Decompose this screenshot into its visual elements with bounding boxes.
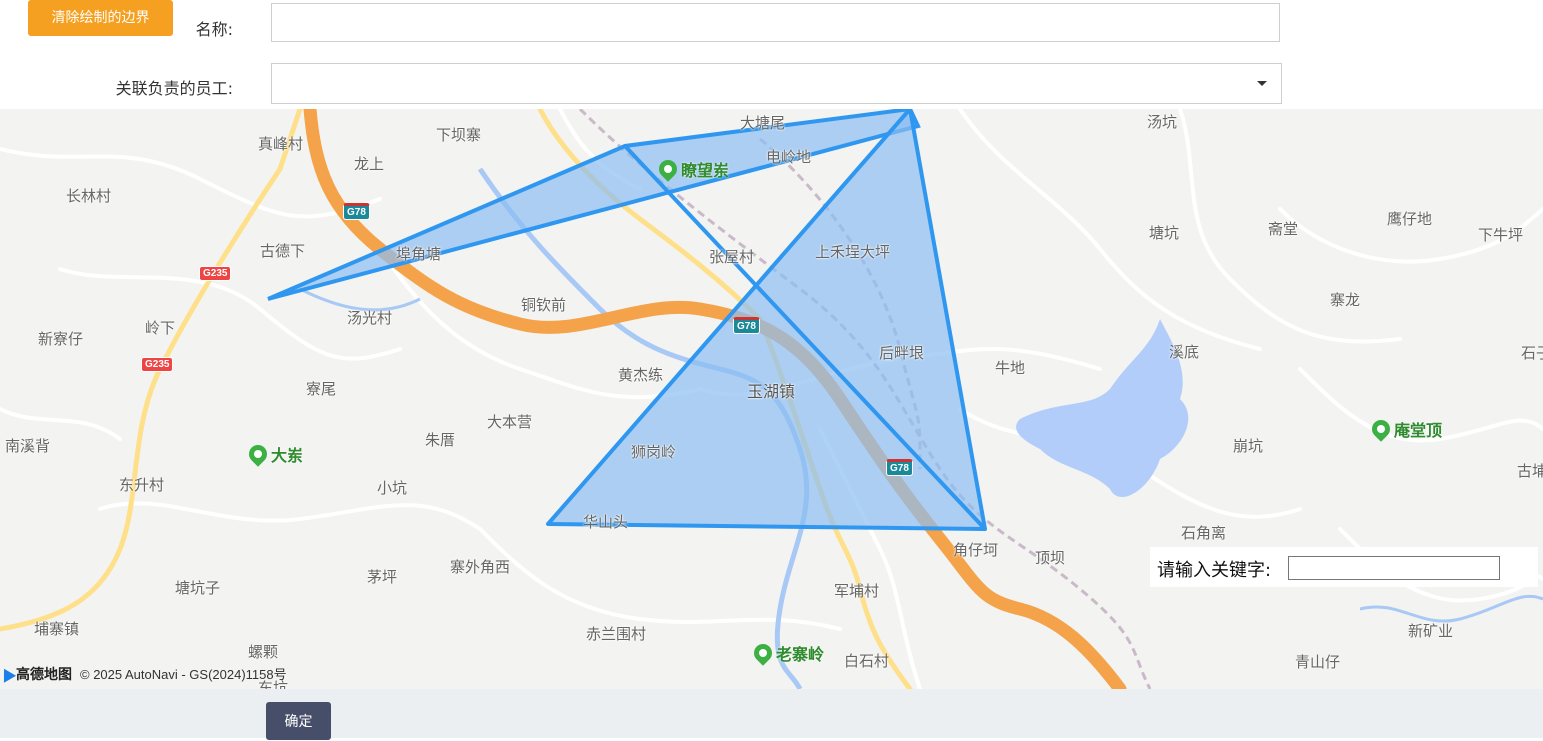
map-pin-icon	[245, 441, 271, 467]
place-label: 螺颗	[248, 643, 279, 661]
poi-marker[interactable]: 庵堂顶	[1368, 416, 1443, 442]
map-pin-icon	[750, 640, 776, 666]
place-label: 长林村	[66, 187, 112, 205]
place-label: 顶坝	[1035, 549, 1066, 567]
name-input[interactable]	[271, 3, 1280, 42]
highway-badge: G78	[343, 203, 370, 220]
place-label: 狮岗岭	[631, 443, 677, 461]
map-pin-icon	[655, 156, 681, 182]
place-label: 大本营	[487, 413, 533, 431]
place-label: 张屋村	[709, 248, 755, 266]
place-label: 寮尾	[306, 380, 337, 398]
place-label: 龙上	[354, 155, 385, 173]
highway-badge: G78	[886, 459, 913, 476]
place-label: 军埔村	[834, 582, 880, 600]
place-label: 牛地	[995, 359, 1026, 377]
staff-label: 关联负责的员工:	[115, 79, 233, 98]
top-form: 清除绘制的边界 名称: 关联负责的员工:	[0, 0, 1543, 109]
name-label: 名称:	[195, 20, 233, 39]
place-label: 铜钦前	[521, 296, 567, 314]
place-label: 新寮仔	[38, 330, 84, 348]
place-label: 寨龙	[1330, 291, 1361, 309]
place-label: 新矿业	[1408, 622, 1454, 640]
place-label: 溪底	[1169, 343, 1200, 361]
keyword-search-box: 请输入关键字:	[1150, 547, 1538, 587]
place-label: 崩坑	[1233, 437, 1264, 455]
map-copyright: 高德地图 © 2025 AutoNavi - GS(2024)1158号	[0, 664, 287, 684]
poi-label: 大岽	[271, 446, 304, 465]
place-label: 岭下	[145, 319, 176, 337]
highway-badge: G235	[199, 266, 232, 281]
highway-badge: G78	[733, 317, 760, 334]
place-label: 古埔	[1517, 462, 1543, 480]
place-label: 黄杰练	[618, 366, 664, 384]
place-label: 茅坪	[367, 568, 398, 586]
map-pin-icon	[1368, 416, 1394, 442]
poi-marker[interactable]: 大岽	[245, 441, 304, 467]
place-label: 后畔垠	[879, 344, 925, 362]
place-label: 鹰仔地	[1387, 210, 1433, 228]
place-label: 电岭地	[766, 148, 812, 166]
place-label: 塘坑子	[175, 579, 221, 597]
place-label: 南溪背	[5, 437, 51, 455]
place-label: 大塘尾	[740, 114, 786, 132]
place-label: 石子	[1521, 344, 1543, 362]
reservoir	[1016, 319, 1189, 498]
poi-marker[interactable]: 老寨岭	[750, 640, 825, 666]
amap-logo: 高德地图	[0, 664, 72, 684]
bottom-bar: 确定	[0, 689, 1543, 740]
poi-label: 瞭望岽	[681, 161, 730, 180]
place-label: 东升村	[119, 476, 165, 494]
place-label: 埔寨镇	[34, 620, 80, 638]
poi-label: 庵堂顶	[1394, 421, 1443, 440]
place-label: 玉湖镇	[747, 382, 796, 401]
place-label: 寨外角西	[450, 558, 511, 576]
place-label: 青山仔	[1295, 653, 1341, 671]
keyword-input[interactable]	[1288, 556, 1500, 580]
place-label: 华山头	[583, 513, 629, 531]
staff-select[interactable]	[271, 63, 1282, 104]
place-label: 赤兰围村	[586, 625, 647, 643]
place-label: 下牛坪	[1478, 226, 1524, 244]
place-label: 白石村	[844, 652, 890, 670]
keyword-label: 请输入关键字:	[1157, 560, 1272, 581]
place-label: 石角离	[1181, 524, 1227, 542]
poi-marker[interactable]: 瞭望岽	[655, 156, 730, 182]
poi-label: 老寨岭	[776, 645, 825, 664]
confirm-button[interactable]: 确定	[266, 702, 331, 740]
chevron-down-icon	[1257, 81, 1267, 86]
copyright-text: © 2025 AutoNavi - GS(2024)1158号	[80, 667, 287, 682]
place-label: 斋堂	[1268, 220, 1299, 238]
place-label: 下坝寨	[436, 126, 482, 144]
place-label: 汤坑	[1147, 113, 1178, 131]
amap-arrow-icon	[0, 665, 17, 683]
place-label: 汤光村	[347, 309, 393, 327]
clear-boundary-button[interactable]: 清除绘制的边界	[28, 0, 173, 36]
place-label: 塘坑	[1149, 224, 1180, 242]
highway-badge: G235	[141, 357, 174, 372]
place-label: 小坑	[377, 479, 408, 497]
place-label: 朱厝	[425, 431, 456, 449]
map-canvas[interactable]: 长林村 真峰村 龙上 下坝寨 大塘尾 电岭地 汤坑 古德下 埠角塘 张屋村 上禾…	[0, 109, 1543, 689]
place-label: 埠角塘	[396, 245, 442, 263]
place-label: 古德下	[260, 242, 306, 260]
place-label: 上禾埕大坪	[815, 243, 891, 261]
place-label: 真峰村	[258, 135, 304, 153]
place-label: 角仔坷	[953, 541, 999, 559]
